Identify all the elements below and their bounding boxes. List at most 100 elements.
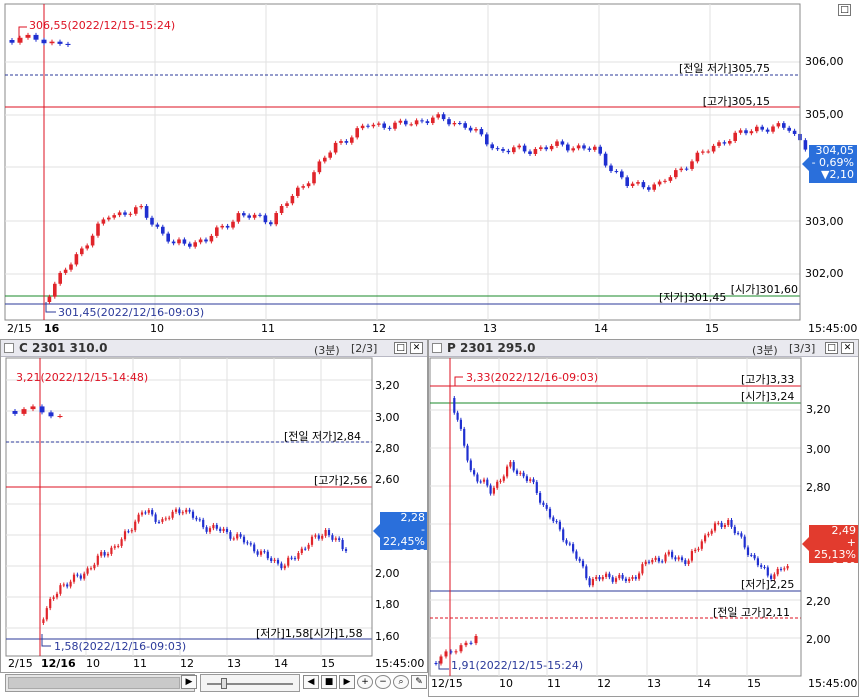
next-button[interactable]: ▶: [339, 675, 355, 689]
put-x-label: 12/15: [431, 677, 463, 690]
candle: [21, 409, 27, 414]
x-label: 2/15: [7, 322, 32, 335]
tool-icon[interactable]: ✎: [411, 675, 427, 689]
zoom-slider-knob[interactable]: [221, 678, 227, 689]
candle: [263, 551, 266, 553]
candle: [581, 560, 585, 567]
candle: [93, 564, 96, 569]
x-label: 11: [261, 322, 275, 335]
call-x-label: 2/15: [8, 657, 33, 670]
candle: [720, 522, 723, 528]
prev-button[interactable]: ◀: [303, 675, 319, 689]
call-maximize-button[interactable]: □: [394, 342, 407, 354]
candle: [501, 148, 505, 151]
candle: [434, 663, 438, 664]
maximize-button[interactable]: □: [838, 4, 851, 16]
candle: [107, 217, 111, 220]
put-x-label: 13: [647, 677, 661, 690]
candle: [69, 581, 72, 587]
scroll-thumb[interactable]: [8, 677, 180, 689]
candle: [306, 183, 311, 187]
candle: [466, 445, 469, 461]
candle: [398, 120, 403, 123]
candle: [439, 656, 443, 664]
scroll-right-button[interactable]: ▶: [181, 675, 197, 689]
candle: [96, 555, 99, 565]
candle: [459, 419, 462, 429]
candle: [120, 539, 123, 546]
candle: [544, 147, 548, 150]
zoom-out-icon[interactable]: −: [375, 675, 391, 689]
stop-button[interactable]: ■: [321, 675, 337, 689]
candle: [614, 171, 619, 173]
candle: [48, 412, 54, 417]
candle: [476, 474, 479, 482]
candle: [717, 142, 721, 146]
candle: [519, 472, 522, 474]
put-y-tick: 3,00: [806, 443, 831, 456]
candle: [242, 536, 246, 543]
candle: [66, 584, 69, 587]
candle: [753, 555, 756, 559]
put-x-label: 10: [499, 677, 513, 690]
candle: [479, 481, 482, 483]
candle: [89, 568, 93, 570]
put-panel-checkbox[interactable]: [432, 343, 442, 353]
candle: [535, 482, 538, 493]
zoom-in-icon[interactable]: +: [357, 675, 373, 689]
candle: [188, 509, 191, 512]
candle: [112, 215, 116, 218]
candle: [447, 119, 451, 125]
candle: [560, 141, 565, 145]
zoom-slider[interactable]: [200, 674, 300, 692]
candle: [441, 114, 446, 120]
x-label: 13: [483, 322, 497, 335]
candle: [713, 523, 717, 531]
candle: [150, 217, 154, 225]
candle: [355, 128, 359, 138]
candle: [106, 553, 110, 556]
candle: [492, 487, 495, 494]
candle: [621, 574, 624, 579]
candle: [239, 534, 242, 537]
candle: [12, 411, 18, 414]
put-option-panel: P 2301 295.0 (3분) [3/3] □ ✕ 3,33(2022/12…: [428, 339, 859, 697]
call-close-button[interactable]: ✕: [410, 342, 423, 354]
candle: [270, 558, 273, 562]
candle: [722, 142, 727, 144]
candle: [117, 212, 122, 216]
candle: [601, 576, 604, 580]
call-low-marker-label: 1,58(2022/12/16-09:03): [54, 640, 187, 653]
put-maximize-button[interactable]: □: [825, 342, 838, 354]
candle: [236, 534, 239, 539]
candle: [651, 559, 654, 563]
candle: [414, 120, 419, 125]
candle: [344, 141, 349, 143]
candle: [155, 224, 160, 227]
y-tick: 305,00: [805, 108, 844, 121]
candle: [328, 152, 332, 158]
search-icon[interactable]: ⌕: [393, 675, 409, 689]
zoom-slider-track: [207, 683, 293, 685]
candle: [711, 145, 716, 152]
put-close-button[interactable]: ✕: [841, 342, 854, 354]
call-panel-checkbox[interactable]: [4, 343, 14, 353]
candle: [409, 124, 413, 126]
candle: [593, 146, 597, 150]
put-x-label: 15: [747, 677, 761, 690]
candle: [193, 242, 197, 247]
candle: [366, 125, 370, 127]
candle: [522, 145, 527, 152]
candle: [45, 608, 48, 620]
candle: [113, 546, 116, 548]
candle: [204, 239, 208, 242]
candle: [595, 576, 598, 580]
time-scrollbar[interactable]: ▶: [5, 674, 197, 692]
candle: [463, 123, 467, 128]
candle: [679, 168, 683, 171]
candle: [30, 406, 36, 410]
candle: [247, 215, 251, 218]
candle: [229, 532, 232, 539]
candle: [310, 536, 314, 545]
candle: [222, 528, 225, 532]
